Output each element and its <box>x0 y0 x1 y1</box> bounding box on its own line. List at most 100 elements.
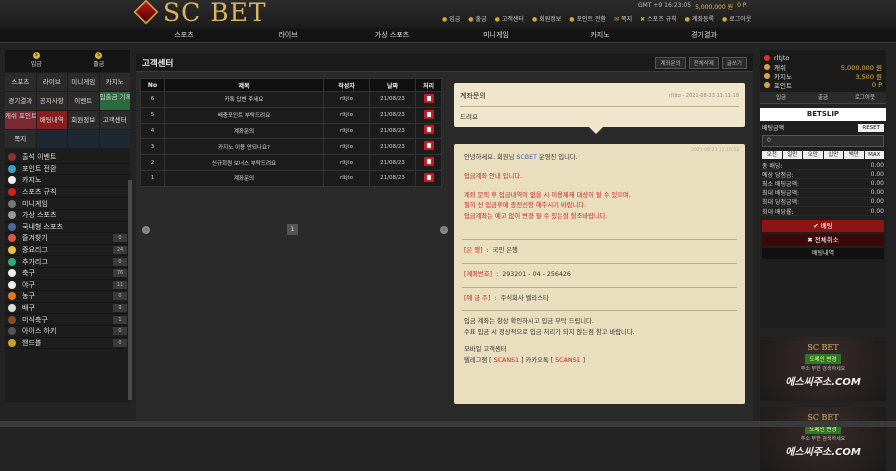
sidebar-item-12[interactable]: 농구 0 <box>5 291 130 303</box>
sidebar-grid-item-4[interactable]: 경기결과 <box>5 92 36 110</box>
nav-virtual[interactable]: 가상 스포츠 <box>340 28 444 42</box>
sidebar-item-1[interactable]: 포인트 전환 <box>5 164 130 176</box>
sidebar-item-10[interactable]: 축구 76 <box>5 268 130 280</box>
table-row[interactable]: 2 신규회원 보너스 부탁드려요 rltjto 21/08/23 <box>140 154 442 171</box>
table-cell[interactable]: 계좌문의 <box>164 169 324 187</box>
sidebar-item-2[interactable]: 카지노 <box>5 175 130 187</box>
sidebar-grid-item-9[interactable]: 배팅내역 <box>36 111 67 129</box>
bet-amount-input[interactable]: 0 <box>762 135 884 147</box>
sidebar-grid-item-8[interactable]: 캐쉬 포인트 <box>5 111 36 129</box>
amount-chip[interactable]: 일만 <box>782 151 802 159</box>
right-panel: rltjto 캐쉬 5,000,000 원 카지노 3,500 원 포인트 0 P 입… <box>760 50 886 471</box>
delete-icon[interactable] <box>423 172 434 182</box>
amount-chip[interactable]: 오만 <box>803 151 823 159</box>
top-link-rules[interactable]: ✖ 스포츠 규칙 <box>640 14 677 23</box>
sidebar-item-9[interactable]: 추가리그 0 <box>5 256 130 268</box>
amount-chip[interactable]: 오천 <box>762 151 782 159</box>
col-action: 처리 <box>415 78 442 92</box>
account-inquiry-button[interactable]: 계좌문의 <box>655 56 686 69</box>
domain-banner-2[interactable]: SC BET 도메인 변경 주소 무한 검색하세요 에스씨주소.COM <box>760 407 886 471</box>
delete-icon[interactable] <box>423 125 434 135</box>
delete-icon[interactable] <box>423 141 434 151</box>
delete-all-button[interactable]: 전체삭제 <box>688 56 719 69</box>
table-row[interactable]: 5 배충포인트 부탁드려요 rltjto 21/08/23 <box>140 106 442 124</box>
sidebar-grid-item-12[interactable]: 쪽지 <box>5 130 36 148</box>
table-row[interactable]: 1 계좌문의 rltjto 21/08/23 <box>140 169 442 187</box>
table-cell[interactable]: 신규회원 보너스 부탁드려요 <box>164 154 324 171</box>
answer-warning-3: 입금계좌는 예고 없이 변경 될 수 있는점 참조바랍니다. <box>464 213 608 221</box>
sidebar-grid-item-5[interactable]: 공지사항 <box>36 92 67 110</box>
sidebar-item-13[interactable]: 배구 9 <box>5 303 130 315</box>
cancel-all-button[interactable]: ✖ 전체취소 <box>762 234 884 247</box>
delete-icon[interactable] <box>423 93 434 103</box>
top-link-deposit[interactable]: ● 입금 <box>442 14 460 23</box>
top-link-member[interactable]: ● 회원정보 <box>532 14 561 23</box>
top-link-support[interactable]: ● 고객센터 <box>495 14 524 23</box>
table-cell[interactable]: 계좌문의 <box>164 122 324 140</box>
sidebar-item-5[interactable]: 가상 스포츠 <box>5 210 130 222</box>
top-link-account[interactable]: ● 계좌등록 <box>685 14 714 23</box>
bet-history-button[interactable]: 배팅내역 <box>762 248 884 260</box>
sidebar-item-14[interactable]: 미식축구 1 <box>5 314 130 326</box>
sidebar-item-3[interactable]: 스포츠 규칙 <box>5 187 130 199</box>
sidebar-grid-item-6[interactable]: 이벤트 <box>68 92 99 110</box>
sidebar-item-16[interactable]: 핸드볼 0 <box>5 338 130 350</box>
table-cell[interactable]: 카지노 이용 안되나요? <box>164 138 324 156</box>
table-cell: 1 <box>140 169 165 187</box>
amount-chip[interactable]: 십만 <box>823 151 843 159</box>
answer-meta: 2021-08-23 11:10:53 <box>691 148 739 153</box>
sidebar-grid-item-1[interactable]: 라이브 <box>36 73 67 91</box>
table-cell[interactable]: 배충포인트 부탁드려요 <box>164 106 324 124</box>
top-link-message[interactable]: ✉ 쪽지 <box>614 14 632 23</box>
question-meta: rltjto - 2021-08-23 11:11:18 <box>669 93 739 99</box>
sidebar-item-4[interactable]: 미니게임 <box>5 198 130 210</box>
sidebar-grid-item-0[interactable]: 스포츠 <box>5 73 36 91</box>
page-number[interactable]: 1 <box>287 224 298 235</box>
top-link-logout[interactable]: ● 로그아웃 <box>722 14 751 23</box>
table-row[interactable]: 6 카톡 답변 주세요 rltjto 21/08/23 <box>140 91 442 108</box>
delete-icon[interactable] <box>423 157 434 167</box>
domain-banner-1[interactable]: SC BET 도메인 변경 주소 무한 검색하세요 에스씨주소.COM <box>760 337 886 401</box>
sidebar-grid-item-2[interactable]: 미니게임 <box>68 73 99 91</box>
sidebar-grid-item-11[interactable]: 고객센터 <box>99 111 130 129</box>
summary-row: 최대 배당률: 0.00 <box>760 207 886 217</box>
delete-icon[interactable] <box>423 109 434 119</box>
betslip-title: BETSLIP <box>760 108 886 121</box>
top-link-point[interactable]: ● 포인트 전환 <box>569 14 606 23</box>
sidebar-item-0[interactable]: 출석 이벤트 <box>5 152 130 164</box>
prev-page-icon[interactable]: ‹ <box>142 226 150 234</box>
table-cell[interactable]: 카톡 답변 주세요 <box>164 91 324 108</box>
brand-logo[interactable]: SC BET <box>133 0 267 27</box>
sidebar-item-label: 야구 <box>22 280 35 289</box>
sidebar-scrollbar[interactable] <box>128 180 132 400</box>
sidebar-grid-item-7[interactable]: 입출금 기록 <box>99 92 130 110</box>
sidebar-grid-item-10[interactable]: 회원정보 <box>68 111 99 129</box>
nav-casino[interactable]: 카지노 <box>548 28 652 42</box>
sidebar-item-8[interactable]: 중요리그 24 <box>5 245 130 257</box>
sidebar-withdraw-button[interactable]: $ 출금 <box>68 50 131 72</box>
amount-chip[interactable]: 백만 <box>844 151 864 159</box>
sidebar-item-15[interactable]: 아이스 하키 0 <box>5 326 130 338</box>
nav-minigame[interactable]: 미니게임 <box>444 28 548 42</box>
sport-icon <box>8 292 16 301</box>
table-row[interactable]: 3 카지노 이용 안되나요? rltjto 21/08/23 <box>140 138 442 156</box>
sidebar-item-6[interactable]: 국내형 스포츠 <box>5 222 130 234</box>
write-button[interactable]: 글쓰기 <box>721 56 747 69</box>
right-deposit-button[interactable]: 입금 <box>760 92 802 103</box>
nav-results[interactable]: 경기결과 <box>652 28 756 42</box>
table-row[interactable]: 4 계좌문의 rltjto 21/08/23 <box>140 122 442 140</box>
bet-button[interactable]: ✔ 배팅 <box>762 220 884 233</box>
next-page-icon[interactable]: › <box>440 226 448 234</box>
nav-live[interactable]: 라이브 <box>236 28 340 42</box>
right-withdraw-button[interactable]: 출금 <box>802 92 844 103</box>
sidebar-deposit-button[interactable]: $ 입금 <box>5 50 68 72</box>
top-link-withdraw[interactable]: ● 출금 <box>468 14 486 23</box>
reset-button[interactable]: RESET <box>858 123 884 132</box>
sidebar-grid-item-3[interactable]: 카지노 <box>99 73 130 91</box>
sidebar-item-11[interactable]: 야구 11 <box>5 280 130 292</box>
sidebar-item-count: 76 <box>113 269 127 278</box>
nav-sports[interactable]: 스포츠 <box>132 28 236 42</box>
logout-button[interactable]: 로그아웃 <box>844 92 886 103</box>
amount-chip[interactable]: MAX <box>864 151 884 159</box>
sidebar-item-7[interactable]: 즐겨찾기 0 <box>5 233 130 245</box>
